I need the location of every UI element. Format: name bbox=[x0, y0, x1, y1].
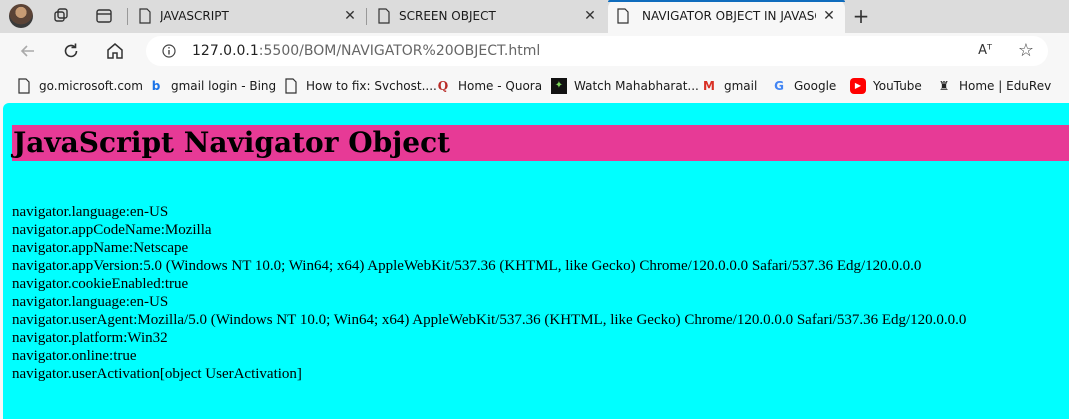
bookmark-go-microsoft[interactable]: go.microsoft.com bbox=[16, 78, 143, 94]
quora-icon: Q bbox=[437, 79, 449, 93]
page-heading: JavaScript Navigator Object bbox=[13, 126, 451, 159]
page-content: JavaScript Navigator Object navigator.la… bbox=[3, 103, 1069, 419]
url-path: :5500/BOM/NAVIGATOR%20OBJECT.html bbox=[258, 43, 541, 59]
tab-title: NAVIGATOR OBJECT IN JAVASCRI bbox=[642, 9, 816, 23]
workspaces-icon[interactable] bbox=[52, 7, 70, 25]
url-host: 127.0.0.1 bbox=[192, 43, 259, 59]
tab-strip: JAVASCRIPT ✕ SCREEN OBJECT ✕ NAVIGATOR O… bbox=[0, 0, 1069, 33]
bookmark-youtube[interactable]: ▶ YouTube bbox=[850, 78, 922, 94]
tab-title: SCREEN OBJECT bbox=[399, 9, 496, 23]
new-tab-button[interactable]: + bbox=[851, 6, 871, 26]
profile-avatar[interactable] bbox=[9, 4, 33, 28]
property-line: navigator.platform:Win32 bbox=[12, 330, 168, 346]
info-icon[interactable] bbox=[162, 44, 176, 58]
navigation-bar: 127.0.0.1:5500/BOM/NAVIGATOR%20OBJECT.ht… bbox=[0, 33, 1069, 70]
bookmark-svchost[interactable]: How to fix: Svchost.... bbox=[283, 78, 437, 94]
property-line: navigator.cookieEnabled:true bbox=[12, 276, 189, 292]
tab-separator bbox=[366, 8, 367, 25]
google-icon: G bbox=[774, 79, 784, 93]
tab-title: JAVASCRIPT bbox=[160, 9, 229, 23]
bookmark-gmail[interactable]: Mgmail bbox=[701, 78, 757, 94]
youtube-icon: ▶ bbox=[850, 78, 866, 94]
heading-banner: JavaScript Navigator Object bbox=[12, 125, 1069, 161]
refresh-icon[interactable] bbox=[61, 41, 81, 61]
favorite-star-icon[interactable]: ☆ bbox=[1018, 40, 1034, 61]
bookmark-label: gmail bbox=[724, 79, 758, 93]
doc-icon bbox=[18, 78, 30, 94]
property-line: navigator.online:true bbox=[12, 348, 137, 364]
property-line: navigator.userAgent:Mozilla/5.0 (Windows… bbox=[12, 312, 967, 328]
bookmark-label: Google bbox=[794, 79, 837, 93]
bookmark-label: Home | EduRev bbox=[959, 79, 1052, 93]
tab-screen-object[interactable]: SCREEN OBJECT ✕ bbox=[369, 0, 606, 33]
property-line: navigator.language:en-US bbox=[12, 294, 169, 310]
tab-actions-icon[interactable] bbox=[95, 7, 113, 25]
doc-icon bbox=[285, 78, 297, 94]
edurev-icon: ♜ bbox=[938, 79, 950, 93]
page-icon bbox=[378, 8, 390, 24]
bookmark-google[interactable]: G Google bbox=[771, 78, 836, 94]
close-icon[interactable]: ✕ bbox=[582, 8, 598, 24]
home-icon[interactable] bbox=[105, 41, 125, 61]
address-bar[interactable]: 127.0.0.1:5500/BOM/NAVIGATOR%20OBJECT.ht… bbox=[146, 36, 1048, 66]
bookmark-label: Home - Quora bbox=[458, 79, 543, 93]
page-icon bbox=[139, 8, 151, 24]
property-line: navigator.appName:Netscape bbox=[12, 240, 189, 256]
bookmark-gmail-login-bing[interactable]: b gmail login - Bing bbox=[148, 78, 276, 94]
gmail-icon: M bbox=[703, 79, 715, 93]
tab-javascript[interactable]: JAVASCRIPT ✕ bbox=[130, 0, 365, 33]
navigator-properties: navigator.language:en-US navigator.appCo… bbox=[12, 203, 966, 383]
bookmark-label: go.microsoft.com bbox=[39, 79, 143, 93]
close-icon[interactable]: ✕ bbox=[821, 8, 837, 24]
mahabharat-icon: ✦ bbox=[551, 78, 567, 94]
property-line: navigator.userActivation[object UserActi… bbox=[12, 366, 302, 382]
property-line: navigator.language:en-US bbox=[12, 204, 169, 220]
read-aloud-icon[interactable]: Aᵀ bbox=[978, 43, 992, 58]
property-line: navigator.appCodeName:Mozilla bbox=[12, 222, 212, 238]
back-icon[interactable] bbox=[18, 41, 38, 61]
bing-icon: b bbox=[151, 79, 161, 93]
bookmarks-bar: go.microsoft.com b gmail login - Bing How… bbox=[0, 70, 1069, 102]
property-line: navigator.appVersion:5.0 (Windows NT 10.… bbox=[12, 258, 922, 274]
bookmark-label: How to fix: Svchost.... bbox=[306, 79, 437, 93]
bookmark-quora[interactable]: Q Home - Quora bbox=[435, 78, 542, 94]
bookmark-label: gmail login - Bing bbox=[171, 79, 277, 93]
close-icon[interactable]: ✕ bbox=[342, 8, 358, 24]
url-text[interactable]: 127.0.0.1:5500/BOM/NAVIGATOR%20OBJECT.ht… bbox=[192, 43, 540, 59]
bookmark-edurev[interactable]: ♜ Home | EduRev bbox=[936, 78, 1052, 94]
tab-separator bbox=[127, 8, 128, 25]
page-icon bbox=[617, 8, 629, 24]
bookmark-mahabharat[interactable]: ✦ Watch Mahabharat... bbox=[551, 78, 699, 94]
bookmark-label: Watch Mahabharat... bbox=[574, 79, 699, 93]
tab-navigator-object[interactable]: NAVIGATOR OBJECT IN JAVASCRI ✕ bbox=[608, 0, 845, 33]
bookmark-label: YouTube bbox=[873, 79, 922, 93]
